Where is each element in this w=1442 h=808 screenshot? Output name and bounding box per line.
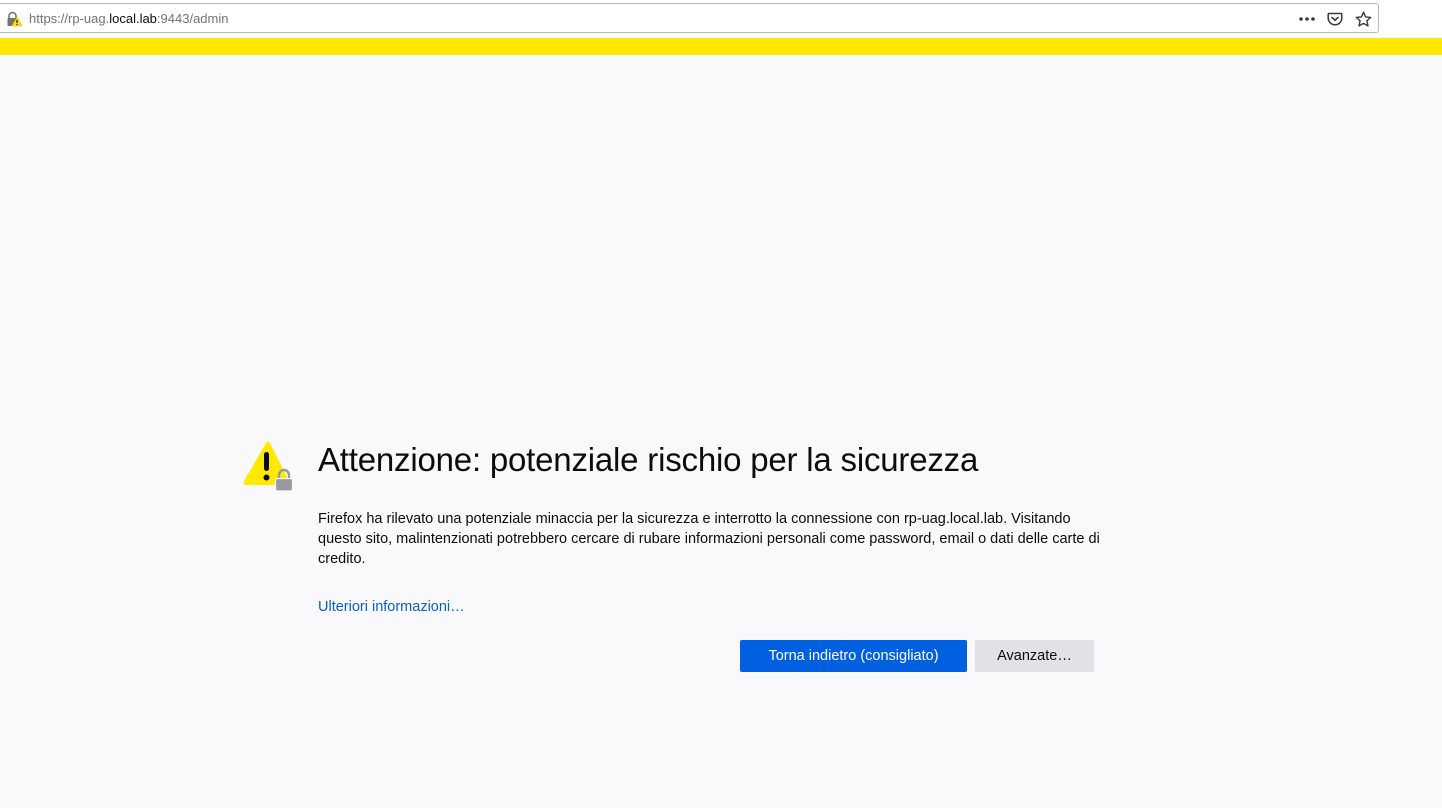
page-content [0, 55, 1442, 808]
warning-triangle-lock-icon [242, 440, 298, 494]
url-suffix: :9443/admin [156, 11, 229, 26]
page-title: Attenzione: potenziale rischio per la si… [318, 441, 979, 478]
url-host: local.lab [109, 11, 157, 26]
page-actions [1298, 9, 1372, 29]
pocket-icon[interactable] [1326, 10, 1344, 28]
more-dots-icon[interactable] [1298, 10, 1316, 28]
advanced-button[interactable]: Avanzate… [975, 640, 1094, 672]
go-back-button[interactable]: Torna indietro (consigliato) [740, 640, 967, 672]
browser-toolbar: https://rp-uag.local.lab:9443/admin [0, 0, 1442, 38]
warning-lock-icon[interactable] [6, 11, 23, 27]
error-description: Firefox ha rilevato una potenziale minac… [318, 511, 1100, 567]
address-bar[interactable]: https://rp-uag.local.lab:9443/admin [0, 3, 1379, 33]
learn-more-link[interactable]: Ulteriori informazioni… [318, 599, 465, 615]
star-icon[interactable] [1354, 10, 1372, 28]
url-prefix: https://rp-uag. [29, 11, 110, 26]
warning-bar [0, 38, 1442, 55]
url-text[interactable]: https://rp-uag.local.lab:9443/admin [29, 11, 228, 26]
